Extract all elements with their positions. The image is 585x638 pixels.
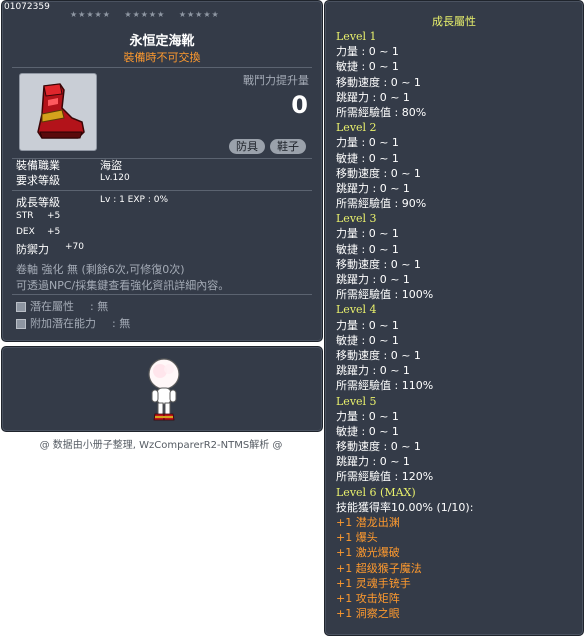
job-value: 海盜 [100,159,122,172]
potential-bullet-icon [16,302,26,312]
level-4-jump: 跳躍力 : 0 ~ 1 [336,364,410,378]
divider [12,190,312,191]
level-1-jump: 跳躍力 : 0 ~ 1 [336,90,410,104]
job-label: 裝備職業 [16,159,60,172]
level-2-jump: 跳躍力 : 0 ~ 1 [336,181,410,195]
potential-value: : 無 [90,300,109,313]
level-6-heading: Level 6 (MAX) [336,485,416,499]
level-6-skill: +1 激光爆破 [336,546,400,560]
level-2-heading: Level 2 [336,121,377,135]
additional-potential-label: 附加潛在能力 [30,317,96,330]
divider [12,67,312,68]
potential-row: 潛在屬性 : 無 [16,298,108,314]
required-level-value: Lv.120 [100,173,130,183]
level-5-speed: 移動速度 : 0 ~ 1 [336,440,421,454]
dex-row: DEX +5 [16,227,60,237]
growth-attributes-panel: 成長屬性 Level 1 力量 : 0 ~ 1 敏捷 : 0 ~ 1 移動速度 … [324,0,584,636]
level-6-skill: +1 超级猴子魔法 [336,561,422,575]
level-4-str: 力量 : 0 ~ 1 [336,318,399,332]
level-4-exp: 所需經驗值 : 110% [336,379,434,393]
npc-enhance-note: 可透過NPC/採集鍵查看強化資訊詳細內容。 [16,279,230,292]
level-2-str: 力量 : 0 ~ 1 [336,136,399,150]
growth-panel-title: 成長屬性 [432,15,476,28]
divider [12,294,312,295]
level-5-dex: 敏捷 : 0 ~ 1 [336,424,399,438]
level-5-heading: Level 5 [336,394,377,408]
growth-level-list: Level 1 力量 : 0 ~ 1 敏捷 : 0 ~ 1 移動速度 : 0 ~… [336,29,473,621]
level-5-exp: 所需經驗值 : 120% [336,470,434,484]
level-1-heading: Level 1 [336,30,377,43]
level-1-exp: 所需經驗值 : 80% [336,105,427,119]
level-6-skill: +1 灵魂手铳手 [336,576,411,590]
level-3-speed: 移動速度 : 0 ~ 1 [336,257,421,271]
defense-label: 防禦力 [16,243,49,256]
character-avatar [148,358,180,421]
trade-restriction-note: 裝備時不可交換 [123,51,201,64]
level-2-dex: 敏捷 : 0 ~ 1 [336,151,399,165]
category-tag-armor: 防具 [229,139,265,154]
level-2-exp: 所需經驗值 : 90% [336,197,427,211]
level-4-speed: 移動速度 : 0 ~ 1 [336,348,421,362]
star-group: ★★★★★ [178,10,220,19]
additional-potential-row: 附加潛在能力 : 無 [16,315,130,331]
item-tooltip-panel: 01072359 ★★★★★ ★★★★★ ★★★★★ 永恒定海靴 裝備時不可交換… [1,0,323,342]
dex-label: DEX [16,227,35,237]
combat-power-label: 戰鬥力提升量 [243,74,309,87]
required-level-row: 要求等級 Lv.120 [16,172,130,188]
level-5-jump: 跳躍力 : 0 ~ 1 [336,455,410,469]
potential-label: 潛在屬性 [30,300,74,313]
growth-level-value: Lv : 1 EXP : 0% [100,195,168,205]
star-group: ★★★★★ [70,10,111,19]
red-boot-icon [37,83,85,139]
item-id: 01072359 [4,2,50,12]
level-6-skill: +1 攻击矩阵 [336,591,400,605]
required-level-label: 要求等級 [16,174,60,187]
scroll-upgrade-info: 卷軸 強化 無 (剩餘6次,可修復0次) [16,263,185,276]
combat-power-value: 0 [291,91,308,119]
level-3-heading: Level 3 [336,212,377,226]
star-force-row: ★★★★★ ★★★★★ ★★★★★ [70,10,230,19]
additional-potential-value: : 無 [112,317,131,330]
avatar-preview-panel [1,346,323,432]
str-row: STR +5 [16,211,60,221]
category-tag-shoes: 鞋子 [270,139,306,154]
item-icon-frame [19,73,97,151]
level-1-str: 力量 : 0 ~ 1 [336,45,399,59]
level-3-dex: 敏捷 : 0 ~ 1 [336,242,399,256]
growth-level-label: 成長等級 [16,196,60,209]
level-4-dex: 敏捷 : 0 ~ 1 [336,333,399,347]
str-label: STR [16,211,34,221]
defense-value: +70 [65,242,84,252]
level-1-dex: 敏捷 : 0 ~ 1 [336,60,399,74]
level-3-exp: 所需經驗值 : 100% [336,288,434,302]
defense-row: 防禦力 +70 [16,241,84,257]
dex-value: +5 [47,227,61,237]
level-3-jump: 跳躍力 : 0 ~ 1 [336,273,410,286]
star-group: ★★★★★ [124,10,166,19]
level-4-heading: Level 4 [336,303,377,317]
level-3-str: 力量 : 0 ~ 1 [336,227,399,241]
str-value: +5 [47,211,61,221]
job-row: 裝備職業 海盜 [16,157,122,173]
level-2-speed: 移動速度 : 0 ~ 1 [336,166,421,180]
level-6-skill-rate: 技能獲得率10.00% (1/10): [336,500,474,514]
level-5-str: 力量 : 0 ~ 1 [336,409,399,423]
level-1-speed: 移動速度 : 0 ~ 1 [336,75,421,89]
level-6-skill: +1 洞察之眼 [336,607,400,621]
level-6-skill: +1 爆头 [336,531,378,545]
additional-potential-bullet-icon [16,319,26,329]
item-name: 永恒定海靴 [129,34,195,49]
data-source-credit: @ 数据由小册子整理, WzComparerR2-NTMS解析 @ [39,440,283,451]
level-6-skill: +1 潜龙出渊 [336,516,400,529]
growth-level-row: 成長等級 Lv : 1 EXP : 0% [16,194,168,210]
